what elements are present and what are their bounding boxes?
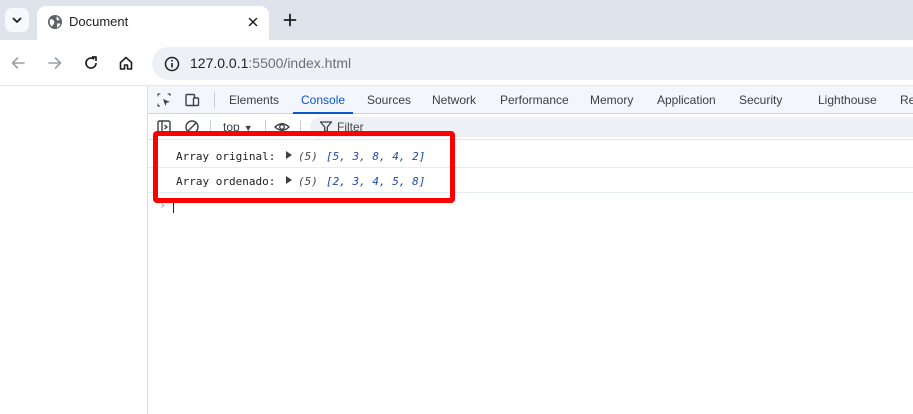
tab-lighthouse[interactable]: Lighthouse [818, 86, 877, 113]
tab-application[interactable]: Application [657, 86, 716, 113]
url-host: 127.0.0.1 [190, 55, 249, 71]
browser-toolbar: 127.0.0.1:5500/index.html [0, 40, 913, 86]
toolbar-divider [214, 92, 215, 108]
tab-memory[interactable]: Memory [590, 86, 633, 113]
new-tab-button[interactable] [279, 9, 301, 31]
tab-search-button[interactable] [5, 8, 29, 32]
arrow-right-icon [48, 57, 62, 69]
back-button[interactable] [7, 52, 29, 74]
reload-button[interactable] [80, 52, 102, 74]
highlight-box [153, 131, 455, 203]
address-bar[interactable]: 127.0.0.1:5500/index.html [152, 47, 913, 80]
reload-icon [85, 56, 97, 69]
plus-icon [283, 13, 297, 27]
browser-tab[interactable]: Document [37, 6, 269, 40]
tab-sources[interactable]: Sources [367, 86, 411, 113]
tab-elements[interactable]: Elements [229, 86, 279, 113]
close-icon [248, 17, 258, 27]
inspect-element-icon[interactable] [156, 92, 172, 108]
tab-performance[interactable]: Performance [500, 86, 569, 113]
tab-console[interactable]: Console [292, 86, 354, 114]
close-tab-button[interactable] [245, 14, 261, 30]
devtools-tab-bar: Elements Console Sources Network Perform… [148, 86, 913, 114]
globe-icon [48, 15, 62, 29]
chevron-down-icon [12, 17, 22, 23]
tab-strip: Document [0, 0, 913, 40]
info-icon[interactable] [164, 56, 180, 72]
home-icon [119, 56, 133, 70]
arrow-left-icon [11, 57, 25, 69]
tab-security[interactable]: Security [739, 86, 782, 113]
tab-title: Document [69, 14, 129, 29]
url-path: :5500/index.html [248, 55, 352, 71]
forward-button[interactable] [44, 52, 66, 74]
device-toolbar-icon[interactable] [184, 92, 200, 108]
tab-network[interactable]: Network [432, 86, 476, 113]
tab-recorder[interactable]: Re [900, 86, 913, 113]
url-text[interactable]: 127.0.0.1:5500/index.html [190, 55, 351, 72]
home-button[interactable] [115, 52, 137, 74]
page-viewport [0, 86, 148, 414]
